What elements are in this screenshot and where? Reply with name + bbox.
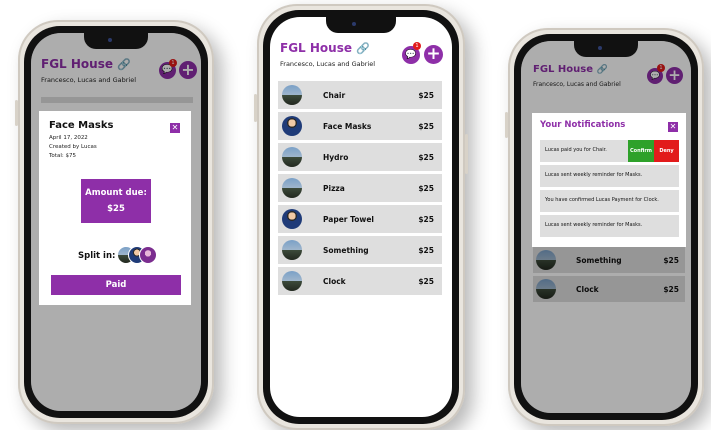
expense-avatar (282, 271, 302, 291)
expense-name: Chair (323, 91, 346, 100)
expense-amount: $25 (418, 153, 434, 162)
notification-text: Lucas sent weekly reminder for Masks. (545, 172, 643, 178)
table-row[interactable]: Face Masks $25 (278, 112, 442, 140)
link-icon: 🔗 (356, 42, 370, 55)
notifications-modal: Your Notifications ✕ Lucas paid you for … (532, 113, 686, 247)
phone-center: FGL House 🔗 Francesco, Lucas and Gabriel… (254, 4, 468, 430)
expense-amount: $25 (418, 215, 434, 224)
expense-avatar (282, 147, 302, 167)
amount-due-box: Amount due: $25 (81, 179, 151, 223)
expense-detail-modal: Face Masks ✕ April 17, 2022 Created by L… (39, 111, 191, 305)
group-members: Francesco, Lucas and Gabriel (280, 60, 376, 68)
plus-icon: + (426, 44, 441, 64)
notification-text: You have confirmed Lucas Payment for Clo… (545, 197, 659, 203)
deny-button[interactable]: Deny (654, 140, 679, 162)
notch (84, 33, 148, 49)
expense-avatar (282, 178, 302, 198)
expense-amount: $25 (418, 277, 434, 286)
expense-amount: $25 (418, 246, 434, 255)
table-row[interactable]: Hydro $25 (278, 143, 442, 171)
expense-date: April 17, 2022 (49, 135, 88, 141)
expense-total: Total: $75 (49, 153, 76, 159)
notch (574, 41, 638, 57)
chat-icon: 💬 (405, 50, 417, 60)
close-button[interactable]: ✕ (170, 123, 180, 133)
notch (326, 17, 396, 33)
table-row[interactable]: Chair $25 (278, 81, 442, 109)
table-row[interactable]: Paper Towel $25 (278, 205, 442, 233)
expense-name: Pizza (323, 184, 345, 193)
table-row[interactable]: Pizza $25 (278, 174, 442, 202)
notification-item: Lucas sent weekly reminder for Masks. (540, 165, 679, 187)
notification-item: You have confirmed Lucas Payment for Clo… (540, 190, 679, 212)
expense-avatar (282, 209, 302, 229)
expense-name: Face Masks (323, 122, 372, 131)
expense-name: Paper Towel (323, 215, 374, 224)
phone-right: FGL House 🔗 Francesco, Lucas and Gabriel… (505, 28, 704, 426)
amount-due-value: $25 (107, 204, 125, 214)
expense-avatar (282, 85, 302, 105)
modal-title: Face Masks (49, 120, 114, 131)
notification-text: Lucas paid you for Chair. (545, 147, 607, 153)
confirm-button[interactable]: Confirm (628, 140, 654, 162)
phone-left: FGL House 🔗 Francesco, Lucas and Gabriel… (15, 20, 214, 424)
split-label: Split in: (78, 251, 116, 261)
add-expense-button[interactable]: + (424, 45, 443, 64)
notification-badge: 1 (413, 42, 421, 50)
table-row[interactable]: Something $25 (278, 236, 442, 264)
notifications-title: Your Notifications (540, 120, 626, 130)
expense-avatar (282, 240, 302, 260)
expense-amount: $25 (418, 184, 434, 193)
expense-name: Clock (323, 277, 346, 286)
group-title: FGL House 🔗 (280, 41, 370, 55)
screen: FGL House 🔗 Francesco, Lucas and Gabriel… (270, 17, 452, 417)
screen: FGL House 🔗 Francesco, Lucas and Gabriel… (31, 33, 201, 411)
expense-name: Something (323, 246, 369, 255)
expense-avatar (282, 116, 302, 136)
paid-button[interactable]: Paid (51, 275, 181, 295)
close-button[interactable]: ✕ (668, 122, 678, 132)
amount-due-label: Amount due: (85, 188, 147, 198)
avatar (139, 246, 157, 264)
expense-amount: $25 (418, 91, 434, 100)
close-icon: ✕ (171, 123, 179, 132)
screen: FGL House 🔗 Francesco, Lucas and Gabriel… (521, 41, 691, 413)
expense-amount: $25 (418, 122, 434, 131)
expense-creator: Created by Lucas (49, 144, 97, 150)
side-button (505, 112, 508, 138)
expense-name: Hydro (323, 153, 349, 162)
side-button (15, 100, 18, 126)
notification-item: Lucas paid you for Chair. Confirm Deny (540, 140, 679, 162)
table-row[interactable]: Clock $25 (278, 267, 442, 295)
group-title-text: FGL House (280, 41, 352, 55)
notification-text: Lucas sent weekly reminder for Masks. (545, 222, 643, 228)
close-icon: ✕ (669, 122, 677, 131)
side-button (465, 134, 468, 174)
side-button (254, 94, 257, 122)
notification-item: Lucas sent weekly reminder for Masks. (540, 215, 679, 237)
